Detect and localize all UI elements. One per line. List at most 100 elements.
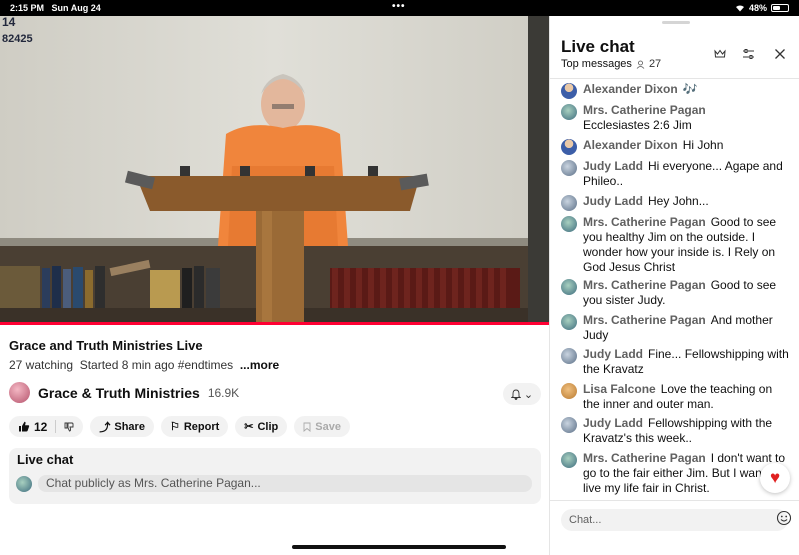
status-bar: 2:15 PM Sun Aug 24 ••• 48%: [0, 0, 799, 16]
chevron-down-icon: ⌄: [523, 388, 534, 401]
subscriber-count: 16.9K: [207, 385, 240, 400]
thumbs-down-icon[interactable]: [64, 422, 74, 432]
share-button[interactable]: ⤴ Share: [90, 416, 154, 437]
chat-message[interactable]: Judy Ladd Fine... Fellowshipping with the…: [561, 347, 791, 377]
multitasking-dots[interactable]: •••: [392, 1, 406, 12]
chat-message[interactable]: Mrs. Catherine Pagan And mother Judy: [561, 313, 791, 343]
chat-message[interactable]: Mrs. Catherine Pagan I don't want to go t…: [561, 451, 791, 496]
author-avatar: [561, 139, 577, 155]
inline-chat-label: Live chat: [17, 452, 74, 467]
video-player[interactable]: 14 82425: [0, 16, 549, 324]
chat-footer: Chat...: [550, 500, 799, 555]
save-button[interactable]: Save: [294, 416, 350, 437]
bookmark-icon: [303, 422, 311, 432]
home-indicator[interactable]: [292, 545, 506, 549]
chat-message[interactable]: Mrs. Catherine Pagan Ecclesiastes 2:6 Jim: [561, 103, 791, 133]
author-avatar: [561, 83, 577, 99]
heart-reaction-button[interactable]: ♥: [760, 463, 790, 493]
flag-icon: ⚐: [169, 421, 180, 433]
like-count: 12: [34, 419, 48, 434]
author-name[interactable]: Lisa Falcone: [583, 382, 656, 396]
author-name[interactable]: Judy Ladd: [583, 194, 643, 208]
user-avatar: [16, 475, 32, 492]
chat-message[interactable]: Judy Ladd Hey John...: [561, 194, 791, 211]
chat-input[interactable]: Chat...: [561, 509, 788, 531]
chat-message[interactable]: Alexander Dixon 🎶: [561, 82, 791, 99]
author-name[interactable]: Alexander Dixon: [583, 82, 678, 96]
report-button[interactable]: ⚐ Report: [160, 416, 229, 437]
author-name[interactable]: Judy Ladd: [583, 347, 643, 361]
author-avatar: [561, 452, 577, 468]
author-name[interactable]: Mrs. Catherine Pagan: [583, 451, 706, 465]
like-dislike-button[interactable]: 12: [9, 416, 84, 437]
author-name[interactable]: Mrs. Catherine Pagan: [583, 103, 706, 117]
channel-name[interactable]: Grace & Truth Ministries: [38, 385, 200, 401]
chat-message[interactable]: Judy Ladd Hi everyone... Agape and Phileo…: [561, 159, 791, 189]
clip-button[interactable]: ✂ Clip: [235, 416, 288, 437]
channel-row[interactable]: Grace & Truth Ministries 16.9K: [9, 382, 239, 403]
action-bar: 12 ⤴ Share ⚐ Report ✂ Clip Save: [9, 416, 350, 437]
message-text: 🎶: [682, 82, 698, 96]
smiley-icon: [776, 510, 792, 526]
author-avatar: [561, 314, 577, 330]
chat-filter-dropdown[interactable]: Top messages 27: [561, 58, 661, 70]
board-text-2: 82425: [2, 33, 33, 45]
chat-message-list[interactable]: Alexander Dixon 🎶 Mrs. Catherine Pagan Ecc…: [550, 80, 799, 498]
message-text: Ecclesiastes 2:6 Jim: [583, 118, 692, 132]
author-name[interactable]: Mrs. Catherine Pagan: [583, 278, 706, 292]
chat-message[interactable]: Judy Ladd Fellowshipping with the Kravatz…: [561, 416, 791, 446]
video-title: Grace and Truth Ministries Live: [9, 338, 203, 353]
hashtag-link[interactable]: #endtimes: [178, 358, 233, 372]
status-right: 48%: [735, 3, 789, 13]
live-progress-bar[interactable]: [0, 322, 549, 325]
share-icon: ⤴: [99, 421, 111, 434]
author-name[interactable]: Judy Ladd: [583, 416, 643, 430]
battery-percent: 48%: [748, 3, 767, 13]
author-avatar: [561, 279, 577, 295]
chat-message[interactable]: Mrs. Catherine Pagan Good to see you sist…: [561, 278, 791, 308]
author-avatar: [561, 104, 577, 120]
chat-message[interactable]: Lisa Falcone Love the teaching on the inn…: [561, 382, 791, 412]
thumbs-up-icon: [19, 421, 30, 432]
video-meta[interactable]: 27 watching Started 8 min ago #endtimes …: [9, 358, 279, 372]
status-time: 2:15 PM Sun Aug 24: [10, 3, 101, 13]
author-name[interactable]: Mrs. Catherine Pagan: [583, 215, 706, 229]
scissors-icon: ✂: [244, 421, 254, 433]
message-text: Hi John: [682, 138, 724, 152]
author-name[interactable]: Mrs. Catherine Pagan: [583, 313, 706, 327]
heart-icon: ♥: [769, 468, 781, 487]
notification-bell-button[interactable]: ⌄: [503, 383, 541, 405]
started-time: Started 8 min ago: [79, 358, 175, 372]
video-info: Grace and Truth Ministries Live 27 watch…: [0, 326, 549, 555]
author-avatar: [561, 417, 577, 433]
video-frame: 14 82425: [0, 16, 549, 324]
inline-chat-prompt[interactable]: Chat publicly as Mrs. Catherine Pagan...: [16, 475, 532, 492]
wifi-icon: [735, 5, 744, 12]
emoji-button[interactable]: [776, 510, 792, 529]
viewer-count: 27: [648, 58, 662, 70]
author-name[interactable]: Judy Ladd: [583, 159, 643, 173]
author-avatar: [561, 195, 577, 211]
close-icon[interactable]: [772, 46, 788, 62]
crown-icon[interactable]: [712, 46, 728, 62]
message-text: Hey John...: [648, 194, 709, 208]
author-name[interactable]: Alexander Dixon: [583, 138, 678, 152]
settings-sliders-icon[interactable]: [740, 46, 756, 62]
inline-live-chat[interactable]: Live chat Chat publicly as Mrs. Catherin…: [9, 448, 541, 504]
person-icon: [636, 60, 645, 69]
author-avatar: [561, 383, 577, 399]
chat-message[interactable]: Mrs. Catherine Pagan Good to see you heal…: [561, 215, 791, 275]
board-text-1: 14: [2, 16, 16, 29]
author-avatar: [561, 348, 577, 364]
watching-count: 27 watching: [9, 358, 74, 372]
chat-header: Live chat Top messages 27: [550, 16, 799, 79]
author-avatar: [561, 160, 577, 176]
channel-avatar[interactable]: [9, 382, 30, 403]
bell-icon: [510, 389, 521, 400]
battery-icon: [771, 4, 789, 12]
inline-chat-input[interactable]: Chat publicly as Mrs. Catherine Pagan...: [38, 475, 532, 492]
chat-message[interactable]: Alexander Dixon Hi John: [561, 138, 791, 155]
author-avatar: [561, 216, 577, 232]
more-link[interactable]: ...more: [240, 358, 279, 372]
divider: [55, 420, 57, 433]
